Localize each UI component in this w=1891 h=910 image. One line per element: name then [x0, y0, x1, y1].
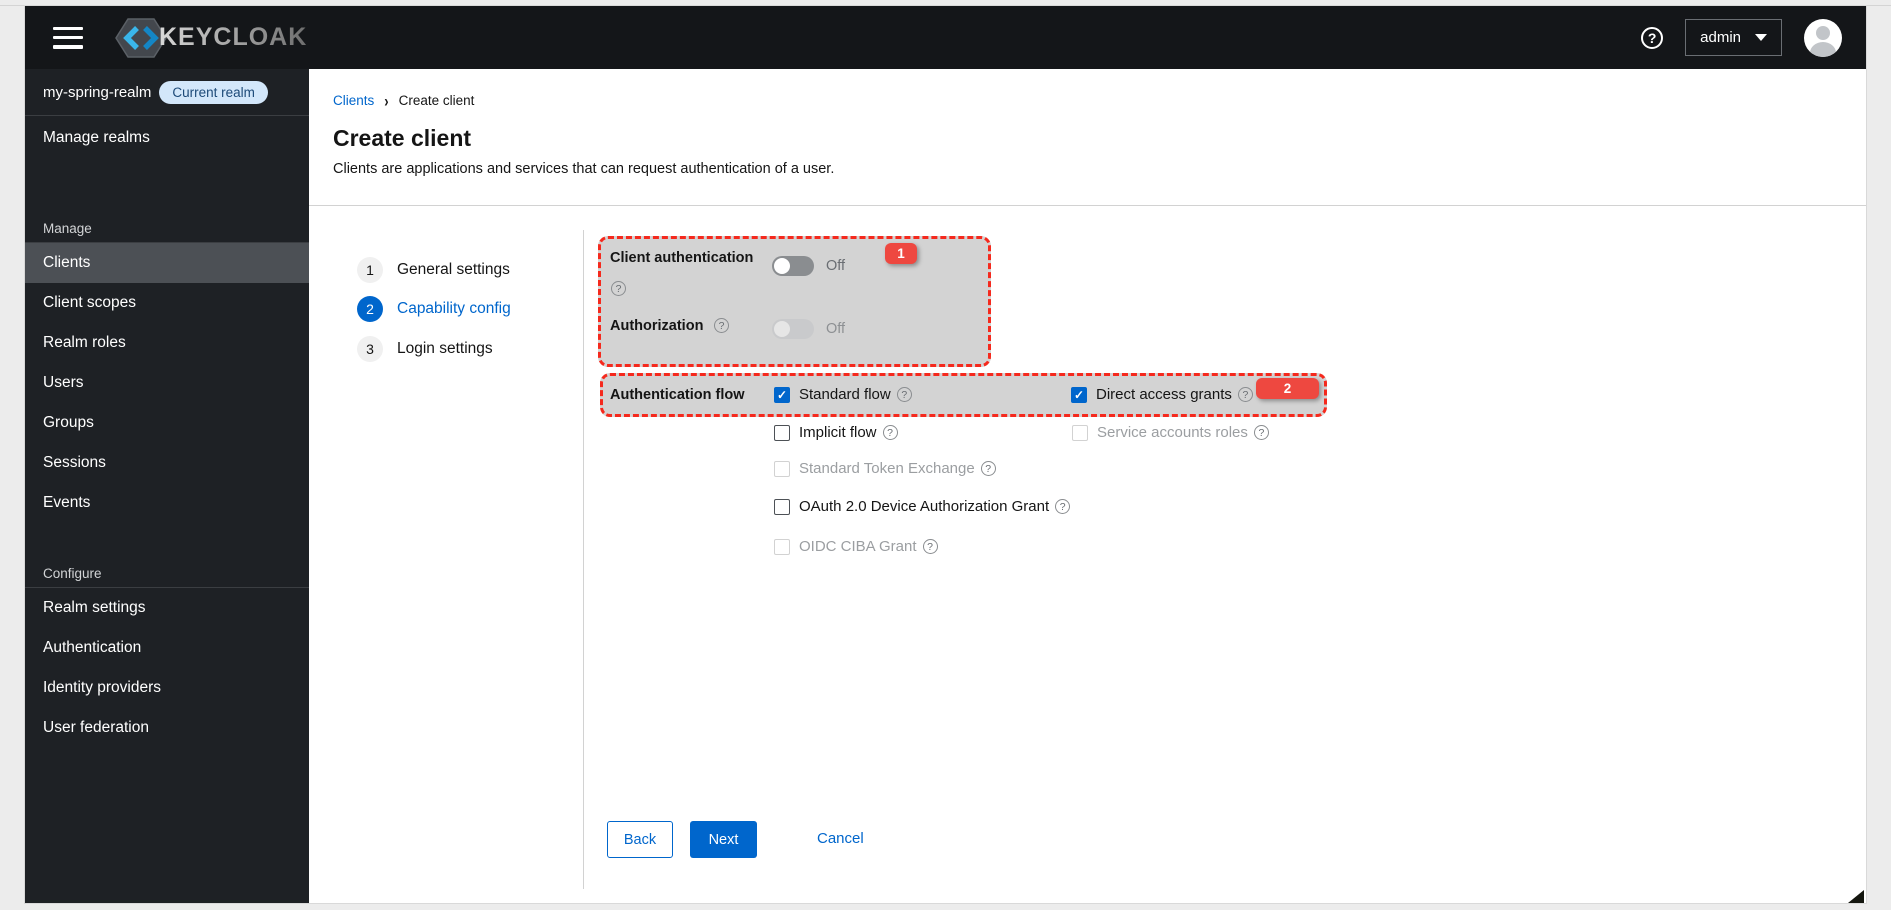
wizard-step-general-settings[interactable]: 1 General settings — [357, 257, 510, 283]
back-button[interactable]: Back — [607, 821, 673, 858]
step-number: 2 — [357, 296, 383, 322]
direct-access-grants-help-icon[interactable]: ? — [1237, 387, 1253, 402]
checkbox-box[interactable] — [1071, 386, 1087, 403]
sidebar: my-spring-realm Current realm Manage rea… — [25, 69, 309, 903]
checkbox-implicit-flow[interactable]: Implicit flow ? — [774, 424, 898, 441]
authorization-help-icon[interactable]: ? — [714, 318, 729, 333]
client-authentication-toggle[interactable] — [772, 256, 814, 276]
checkbox-oauth-device-grant[interactable]: OAuth 2.0 Device Authorization Grant ? — [774, 498, 1071, 515]
service-accounts-roles-help-icon[interactable]: ? — [1253, 425, 1269, 440]
wizard-step-capability-config[interactable]: 2 Capability config — [357, 296, 511, 322]
sidebar-item-users[interactable]: Users — [25, 363, 309, 403]
annotation-badge-1: 1 — [885, 243, 917, 264]
annotation-box-1: Client authentication ? Off Authorizatio… — [598, 236, 991, 367]
chevron-down-icon — [1755, 34, 1767, 41]
checkbox-service-accounts-roles: Service accounts roles ? — [1072, 424, 1269, 441]
standard-flow-help-icon[interactable]: ? — [896, 387, 912, 402]
user-dropdown[interactable]: admin — [1685, 19, 1782, 56]
annotation-box-2: Authentication flow Standard flow ? Dire… — [600, 373, 1327, 417]
sidebar-group-configure: Configure — [43, 566, 102, 581]
oidc-ciba-grant-help-icon[interactable]: ? — [922, 539, 938, 554]
client-authentication-help-icon[interactable]: ? — [611, 281, 626, 296]
hamburger-menu-icon[interactable] — [53, 26, 83, 49]
breadcrumb-clients-link[interactable]: Clients — [333, 93, 374, 108]
sidebar-item-realm-settings[interactable]: Realm settings — [25, 588, 309, 628]
sidebar-item-clients[interactable]: Clients — [25, 243, 309, 283]
main-content: Clients › Create client Create client Cl… — [309, 69, 1866, 903]
sidebar-item-manage-realms[interactable]: Manage realms — [25, 116, 309, 160]
checkbox-box — [1072, 424, 1088, 441]
authorization-value: Off — [826, 321, 846, 337]
sidebar-item-user-federation[interactable]: User federation — [25, 708, 309, 748]
sidebar-item-sessions[interactable]: Sessions — [25, 443, 309, 483]
breadcrumb-current: Create client — [398, 93, 475, 108]
step-number: 3 — [357, 336, 383, 362]
wizard-step-login-settings[interactable]: 3 Login settings — [357, 336, 493, 362]
avatar[interactable] — [1804, 18, 1842, 57]
checkbox-box[interactable] — [774, 386, 790, 403]
checkbox-box[interactable] — [774, 424, 790, 441]
sidebar-item-realm-roles[interactable]: Realm roles — [25, 323, 309, 363]
cancel-link[interactable]: Cancel — [817, 830, 864, 847]
header-divider — [309, 205, 1866, 206]
checkbox-box — [774, 538, 790, 555]
checkbox-standard-flow[interactable]: Standard flow ? — [774, 386, 912, 403]
checkbox-box[interactable] — [774, 498, 790, 515]
client-authentication-label: Client authentication — [610, 250, 754, 266]
next-button[interactable]: Next — [690, 821, 757, 858]
sidebar-item-groups[interactable]: Groups — [25, 403, 309, 443]
implicit-flow-help-icon[interactable]: ? — [882, 425, 898, 440]
help-icon[interactable]: ? — [1641, 26, 1664, 49]
checkbox-standard-token-exchange: Standard Token Exchange ? — [774, 460, 996, 477]
sidebar-item-identity-providers[interactable]: Identity providers — [25, 668, 309, 708]
sidebar-item-events[interactable]: Events — [25, 483, 309, 523]
sidebar-item-authentication[interactable]: Authentication — [25, 628, 309, 668]
oauth-device-grant-help-icon[interactable]: ? — [1055, 499, 1071, 514]
step-number: 1 — [357, 257, 383, 283]
checkbox-oidc-ciba-grant: OIDC CIBA Grant ? — [774, 538, 938, 555]
masthead-toolbar: ? admin — [1641, 18, 1842, 57]
realm-selector[interactable]: my-spring-realm Current realm — [25, 69, 309, 116]
authorization-toggle[interactable] — [772, 319, 814, 339]
authentication-flow-label: Authentication flow — [610, 387, 745, 403]
user-dropdown-label: admin — [1700, 29, 1741, 46]
avatar-person-icon — [1816, 25, 1830, 40]
wizard-nav-divider — [583, 230, 584, 889]
checkbox-direct-access-grants[interactable]: Direct access grants ? — [1071, 386, 1253, 403]
keycloak-logo[interactable]: KEYCLOAK — [115, 17, 307, 59]
sidebar-group-manage: Manage — [43, 221, 92, 236]
page-title: Create client — [333, 125, 472, 151]
mouse-cursor — [1848, 890, 1864, 903]
masthead: KEYCLOAK ? admin — [25, 6, 1866, 69]
realm-name: my-spring-realm — [43, 83, 152, 101]
standard-token-exchange-help-icon[interactable]: ? — [980, 461, 996, 476]
current-realm-badge: Current realm — [159, 80, 268, 104]
sidebar-item-client-scopes[interactable]: Client scopes — [25, 283, 309, 323]
brand-text: KEYCLOAK — [159, 23, 308, 51]
page-description: Clients are applications and services th… — [333, 161, 835, 177]
checkbox-box — [774, 460, 790, 477]
client-authentication-value: Off — [826, 258, 846, 274]
keycloak-admin-window: KEYCLOAK ? admin my-spring-realm Current… — [25, 6, 1866, 903]
breadcrumb-chevron-icon: › — [384, 90, 389, 111]
breadcrumb: Clients › Create client — [333, 90, 475, 111]
authorization-label: Authorization — [610, 318, 704, 334]
annotation-badge-2: 2 — [1256, 378, 1319, 399]
